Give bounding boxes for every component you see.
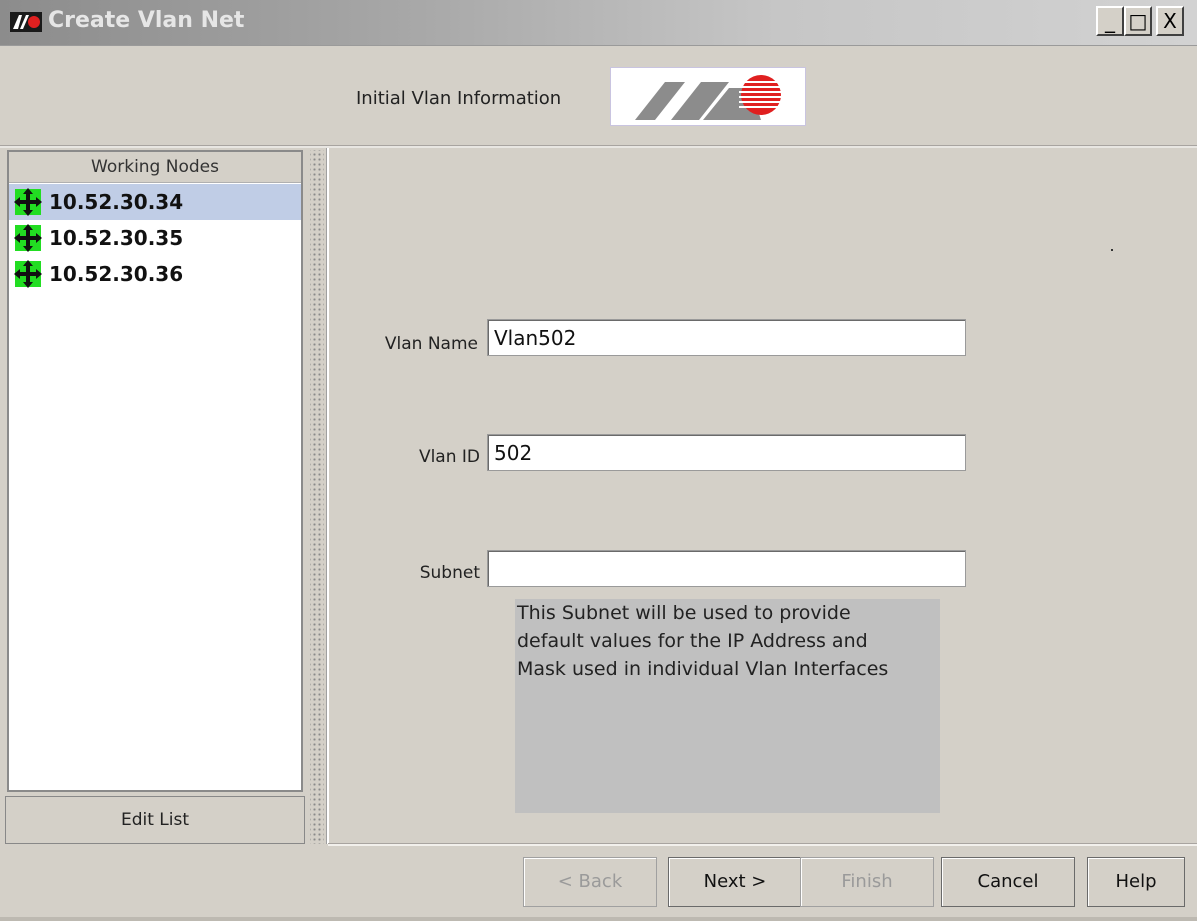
working-nodes-list[interactable]: Working Nodes 10.52.30.34 10.52.30.35 10… bbox=[7, 150, 303, 792]
page-title: Initial Vlan Information bbox=[356, 88, 562, 109]
subnet-help-text: This Subnet will be used to provide defa… bbox=[515, 599, 940, 813]
header-divider bbox=[0, 145, 1197, 148]
window-title: Create Vlan Net bbox=[48, 8, 245, 33]
app-logo-icon bbox=[10, 12, 42, 32]
button-bar-divider bbox=[328, 843, 1197, 846]
maximize-icon: □ bbox=[1128, 9, 1148, 33]
stray-dot bbox=[1111, 249, 1113, 251]
next-button[interactable]: Next > bbox=[668, 857, 802, 907]
ati-logo-icon bbox=[635, 75, 783, 120]
edit-list-button[interactable]: Edit List bbox=[5, 796, 305, 844]
node-list-item[interactable]: 10.52.30.35 bbox=[9, 220, 301, 256]
vlan-name-label: Vlan Name bbox=[384, 334, 478, 354]
node-list-item[interactable]: 10.52.30.34 bbox=[9, 184, 301, 220]
panel-splitter[interactable] bbox=[310, 150, 324, 844]
subnet-label: Subnet bbox=[419, 563, 480, 583]
node-list-item[interactable]: 10.52.30.36 bbox=[9, 256, 301, 292]
finish-button[interactable]: Finish bbox=[800, 857, 934, 907]
close-button[interactable]: X bbox=[1156, 6, 1184, 36]
minimize-icon: _ bbox=[1105, 9, 1115, 33]
help-line: Mask used in individual Vlan Interfaces bbox=[517, 658, 889, 680]
help-button[interactable]: Help bbox=[1087, 857, 1185, 907]
vlan-id-label: Vlan ID bbox=[418, 447, 480, 467]
back-button[interactable]: < Back bbox=[523, 857, 657, 907]
subnet-field[interactable] bbox=[487, 550, 966, 587]
list-header: Working Nodes bbox=[9, 152, 301, 183]
node-label: 10.52.30.34 bbox=[49, 190, 184, 214]
help-line: This Subnet will be used to provide bbox=[517, 602, 851, 624]
node-label: 10.52.30.35 bbox=[49, 226, 184, 250]
maximize-button[interactable]: □ bbox=[1124, 6, 1152, 36]
vlan-name-field[interactable] bbox=[487, 319, 966, 356]
network-node-icon bbox=[14, 224, 42, 252]
node-label: 10.52.30.36 bbox=[49, 262, 184, 286]
company-logo bbox=[610, 67, 806, 126]
help-line: default values for the IP Address and bbox=[517, 630, 868, 652]
network-node-icon bbox=[14, 260, 42, 288]
minimize-button[interactable]: _ bbox=[1096, 6, 1124, 36]
cancel-button[interactable]: Cancel bbox=[941, 857, 1075, 907]
network-node-icon bbox=[14, 188, 42, 216]
vlan-id-field[interactable] bbox=[487, 434, 966, 471]
content-panel-border bbox=[326, 148, 329, 844]
window-bottom-edge bbox=[0, 917, 1197, 921]
close-icon: X bbox=[1163, 9, 1177, 33]
title-bar[interactable]: Create Vlan Net _ □ X bbox=[0, 0, 1197, 46]
